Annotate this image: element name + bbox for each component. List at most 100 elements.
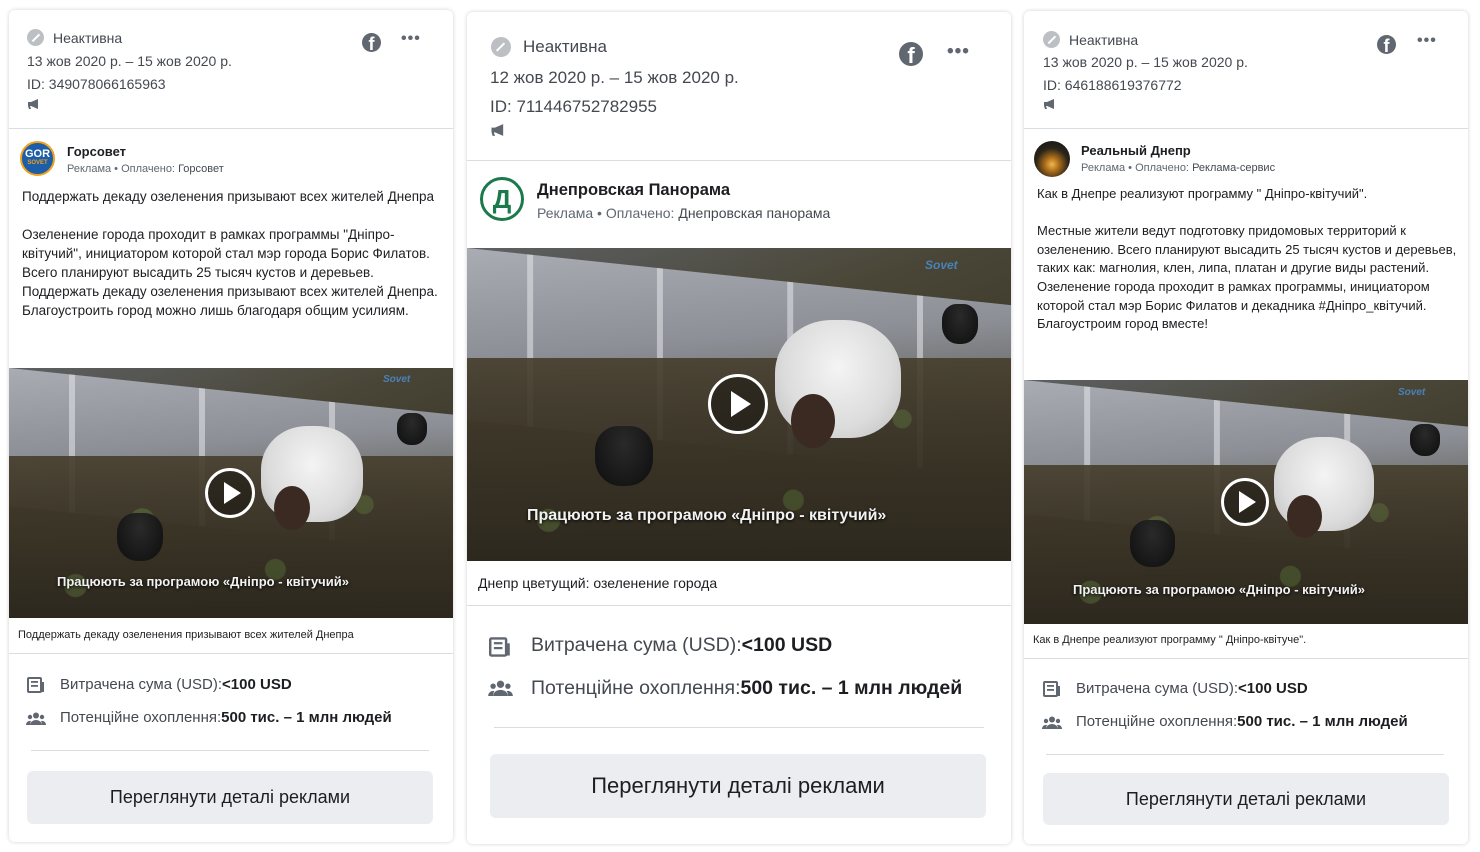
ad-card-3: Неактивна 13 жов 2020 р. – 15 жов 2020 р… [1024, 11, 1468, 844]
video-person-head [1287, 495, 1322, 538]
video-person-head [274, 486, 310, 530]
video-pot [117, 513, 163, 561]
ad-dates: 13 жов 2020 р. – 15 жов 2020 р. [1043, 54, 1248, 70]
video-caption[interactable]: Днепр цветущий: озеленение города [467, 561, 1011, 606]
facebook-icon[interactable]: f [362, 33, 381, 52]
reach-row: Потенційне охоплення: 500 тис. – 1 млн л… [531, 677, 962, 700]
paid-by: Горсовет [178, 163, 224, 175]
sponsored-line: Реклама • Оплачено: Днепровская панорама [537, 205, 830, 221]
reach-value: 500 тис. – 1 млн людей [740, 677, 963, 699]
advertiser-avatar[interactable]: GOR SOVET [20, 141, 55, 176]
divider [31, 750, 429, 751]
people-icon [26, 712, 46, 725]
ad-card-header: Неактивна 13 жов 2020 р. – 15 жов 2020 р… [9, 10, 453, 129]
play-icon[interactable] [1221, 478, 1269, 526]
spend-value: <100 USD [222, 676, 292, 693]
ad-video[interactable]: Sovet Працюють за програмою «Дніпро - кв… [467, 248, 1011, 561]
reach-label: Потенційне охоплення: [531, 677, 741, 699]
advertiser-row: GOR SOVET Горсовет Реклама • Оплачено: Г… [20, 141, 224, 176]
status-label: Неактивна [523, 37, 607, 56]
ad-id: ID: 711446752782955 [490, 97, 658, 116]
ad-card-header: Неактивна 12 жов 2020 р. – 15 жов 2020 р… [467, 12, 1011, 161]
avatar-logo-text: GOR [24, 148, 51, 160]
video-subtitle: Працюють за програмою «Дніпро - квітучий… [57, 574, 349, 589]
more-options-icon[interactable]: ••• [947, 41, 970, 63]
advertiser-avatar[interactable]: Д [480, 177, 524, 221]
advertiser-name[interactable]: Реальный Днепр [1081, 143, 1275, 158]
video-person-head [791, 394, 835, 448]
inactive-status-icon [27, 29, 44, 46]
status-label: Неактивна [1069, 31, 1139, 48]
video-subtitle: Працюють за програмою «Дніпро - квітучий… [527, 507, 887, 524]
ad-id: ID: 646188619376772 [1043, 77, 1182, 93]
video-pot [1130, 520, 1175, 567]
ad-card-2: Неактивна 12 жов 2020 р. – 15 жов 2020 р… [467, 12, 1011, 844]
video-watermark: Sovet [383, 374, 411, 385]
play-icon[interactable] [205, 468, 255, 518]
advertiser-row: Реальный Днепр Реклама • Оплачено: Рекла… [1034, 141, 1275, 177]
spend-row: Витрачена сума (USD): <100 USD [531, 634, 832, 657]
view-ad-details-button[interactable]: Переглянути деталі реклами [1043, 773, 1449, 825]
receipt-icon [1043, 681, 1060, 697]
receipt-icon [489, 637, 510, 657]
view-ad-details-button[interactable]: Переглянути деталі реклами [27, 771, 433, 824]
sponsored-prefix: Реклама • Оплачено: [67, 163, 179, 175]
video-watermark: Sovet [1398, 387, 1426, 398]
megaphone-icon [28, 99, 38, 109]
video-watermark: Sovet [925, 258, 958, 272]
sponsored-line: Реклама • Оплачено: Реклама-сервис [1081, 162, 1275, 174]
inactive-status-icon [1043, 31, 1060, 48]
reach-row: Потенційне охоплення: 500 тис. – 1 млн л… [1076, 713, 1408, 730]
reach-label: Потенційне охоплення: [1076, 713, 1238, 730]
status-row: Неактивна [27, 29, 122, 46]
megaphone-icon [491, 124, 504, 136]
play-icon[interactable] [708, 374, 768, 434]
inactive-status-icon [491, 37, 511, 57]
ad-video[interactable]: Sovet Працюють за програмою «Дніпро - кв… [9, 368, 453, 618]
more-options-icon[interactable]: ••• [1417, 32, 1437, 50]
view-ad-details-button[interactable]: Переглянути деталі реклами [490, 754, 986, 818]
video-pot [595, 426, 653, 486]
video-subtitle: Працюють за програмою «Дніпро - квітучий… [1073, 582, 1365, 597]
ad-video[interactable]: Sovet Працюють за програмою «Дніпро - кв… [1024, 380, 1468, 624]
status-row: Неактивна [1043, 31, 1138, 48]
video-caption[interactable]: Как в Днепре реализуют программу " Дніпр… [1024, 624, 1468, 659]
status-label: Неактивна [53, 29, 123, 46]
more-options-icon[interactable]: ••• [401, 30, 421, 48]
divider [1046, 754, 1444, 755]
spend-value: <100 USD [1238, 680, 1308, 697]
avatar-logo-text: Д [492, 184, 512, 214]
spend-label: Витрачена сума (USD): [60, 676, 223, 693]
advertiser-row: Д Днепровская Панорама Реклама • Оплачен… [480, 177, 830, 221]
ad-dates: 13 жов 2020 р. – 15 жов 2020 р. [27, 53, 232, 69]
sponsored-line: Реклама • Оплачено: Горсовет [67, 163, 224, 175]
video-pot [942, 304, 978, 344]
video-caption[interactable]: Поддержать декаду озеленения призывают в… [9, 618, 453, 654]
advertiser-name[interactable]: Горсовет [67, 144, 224, 159]
avatar-logo-subtext: SOVET [27, 160, 48, 166]
people-icon [1042, 716, 1062, 729]
video-pot [1410, 424, 1440, 456]
spend-row: Витрачена сума (USD): <100 USD [1076, 680, 1308, 697]
ad-card-header: Неактивна 13 жов 2020 р. – 15 жов 2020 р… [1024, 11, 1468, 129]
advertiser-name[interactable]: Днепровская Панорама [537, 181, 830, 200]
ad-body-text: Поддержать декаду озеленения призывают в… [22, 189, 438, 318]
advertiser-avatar[interactable] [1034, 141, 1070, 177]
ad-body-text: Как в Днепре реализуют программу " Дніпр… [1037, 186, 1457, 332]
spend-row: Витрачена сума (USD): <100 USD [60, 676, 292, 693]
receipt-icon [27, 677, 44, 693]
reach-row: Потенційне охоплення: 500 тис. – 1 млн л… [60, 709, 392, 726]
paid-by: Реклама-сервис [1192, 162, 1276, 174]
ad-card-1: Неактивна 13 жов 2020 р. – 15 жов 2020 р… [9, 10, 453, 842]
spend-label: Витрачена сума (USD): [1076, 680, 1239, 697]
people-icon [488, 680, 513, 696]
reach-label: Потенційне охоплення: [60, 709, 222, 726]
video-pot [397, 413, 427, 445]
reach-value: 500 тис. – 1 млн людей [221, 709, 392, 726]
spend-value: <100 USD [741, 634, 833, 656]
sponsored-prefix: Реклама • Оплачено: [537, 205, 679, 221]
divider [494, 727, 984, 728]
reach-value: 500 тис. – 1 млн людей [1237, 713, 1408, 730]
facebook-icon[interactable]: f [899, 42, 923, 66]
facebook-icon[interactable]: f [1377, 35, 1396, 54]
